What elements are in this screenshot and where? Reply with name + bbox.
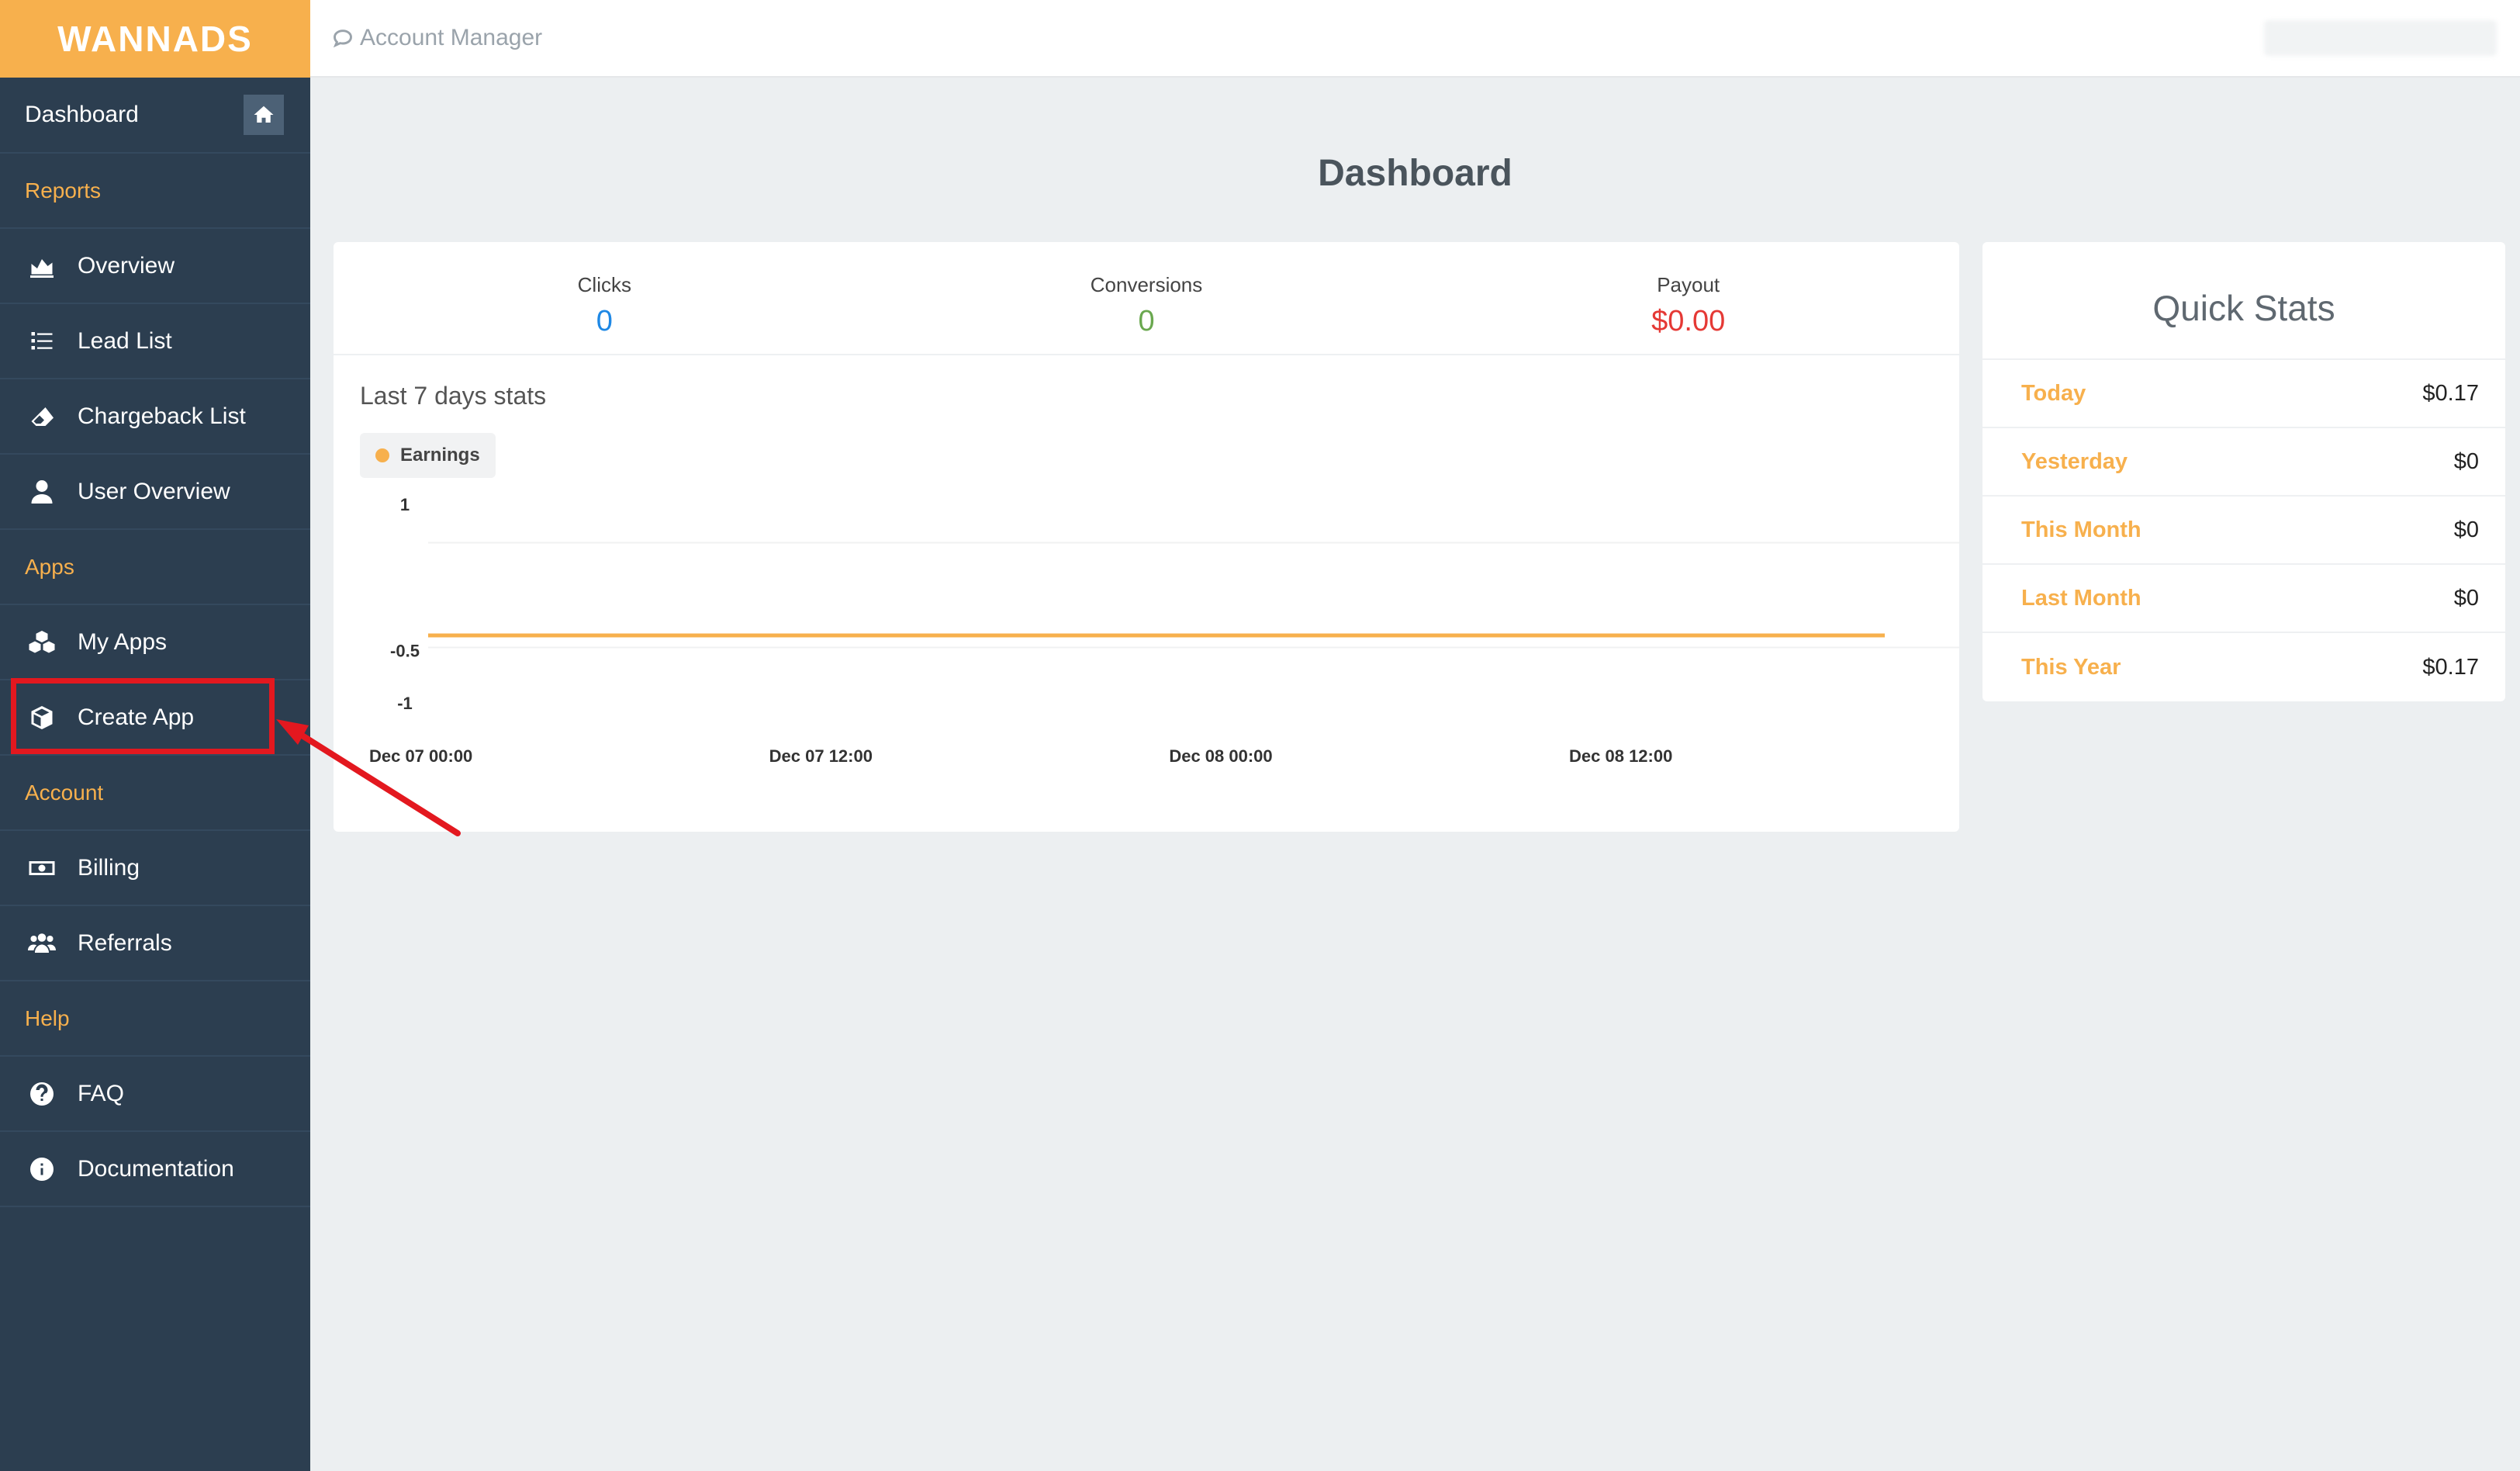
y-tick-label: -1 [397,694,413,713]
sidebar-item-chargeback-list[interactable]: Chargeback List [0,379,310,455]
info-circle-icon [26,1154,57,1185]
sidebar-item-documentation[interactable]: Documentation [0,1132,310,1207]
section-account: Account [0,756,310,831]
kpi-value: 0 [1138,305,1155,337]
kpi-label: Conversions [1090,273,1203,296]
kpi-value: $0.00 [1651,305,1726,337]
section-reports: Reports [0,154,310,229]
quick-stats-value: $0 [2453,585,2479,611]
create-app-highlight-box [11,678,275,754]
sidebar-item-label: User Overview [78,478,230,504]
quick-stats-value: $0.17 [2422,380,2479,406]
stats-panel: Clicks 0 Conversions 0 Payout $0.00 Last… [334,242,1959,832]
quick-stats-label: This Year [2021,654,2121,680]
kpi-clicks: Clicks 0 [334,242,876,354]
list-icon [26,326,57,357]
sidebar-item-dashboard[interactable]: Dashboard [0,78,310,154]
y-tick-label: -0.5 [390,642,420,661]
legend-label: Earnings [400,445,480,466]
x-tick-label: Dec 07 00:00 [369,746,472,766]
breadcrumb-label: Account Manager [360,25,543,50]
wannads-logo[interactable]: WANNADS [0,0,310,78]
user-icon [26,476,57,507]
sidebar-item-label: Overview [78,252,175,279]
earnings-chart: 1 -0.5 -1 Dec 07 00:00 Dec 07 12:00 Dec 08 00… [369,495,1959,766]
sidebar-item-label: Billing [78,854,140,881]
users-icon [26,928,57,959]
sidebar-item-label: Documentation [78,1155,234,1182]
quick-stats-label: This Month [2021,517,2141,542]
section-apps: Apps [0,530,310,605]
quick-stats-row: Today $0.17 [1982,360,2505,428]
quick-stats-label: Last Month [2021,585,2141,611]
quick-stats-title: Quick Stats [1982,242,2505,360]
question-circle-icon [26,1078,57,1109]
speech-bubble-icon [333,29,352,48]
sidebar-item-label: My Apps [78,628,168,655]
x-tick-label: Dec 07 12:00 [769,746,873,766]
sidebar-item-label: Dashboard [25,102,139,127]
quick-stats-value: $0.17 [2422,654,2479,680]
y-tick-label: 1 [400,495,410,514]
stats-title: Last 7 days stats [360,382,547,410]
kpi-row: Clicks 0 Conversions 0 Payout $0.00 [334,242,1959,355]
sidebar-item-overview[interactable]: Overview [0,229,310,304]
page-title: Dashboard [1318,153,1512,194]
sidebar-item-label: Lead List [78,327,172,354]
home-icon[interactable] [244,95,284,135]
sidebar-item-label: Chargeback List [78,403,246,429]
kpi-label: Payout [1657,273,1720,296]
quick-stats-value: $0 [2453,517,2479,542]
sidebar-item-lead-list[interactable]: Lead List [0,304,310,379]
area-chart-icon [26,251,57,282]
quick-stats-row: Yesterday $0 [1982,428,2505,497]
quick-stats-value: $0 [2453,448,2479,474]
sidebar: WANNADS Dashboard Reports Overview Lead … [0,0,310,1471]
quick-stats-row: Last Month $0 [1982,565,2505,633]
chart-legend[interactable]: Earnings [360,433,496,478]
sidebar-item-label: Referrals [78,929,172,956]
money-icon [26,853,57,884]
sidebar-item-my-apps[interactable]: My Apps [0,605,310,680]
sidebar-item-label: FAQ [78,1080,125,1106]
user-menu[interactable] [2264,20,2497,56]
quick-stats-label: Yesterday [2021,448,2128,474]
sidebar-item-user-overview[interactable]: User Overview [0,455,310,530]
quick-stats-row: This Month $0 [1982,497,2505,565]
eraser-icon [26,401,57,432]
quick-stats-row: This Year $0.17 [1982,633,2505,701]
quick-stats-panel: Quick Stats Today $0.17 Yesterday $0 Thi… [1982,242,2505,701]
section-help: Help [0,981,310,1057]
sidebar-item-faq[interactable]: FAQ [0,1057,310,1132]
breadcrumb: Account Manager [332,25,542,51]
sidebar-item-billing[interactable]: Billing [0,831,310,906]
kpi-conversions: Conversions 0 [876,242,1418,354]
legend-swatch [375,448,389,462]
x-tick-label: Dec 08 00:00 [1169,746,1272,766]
cubes-icon [26,627,57,658]
sidebar-item-referrals[interactable]: Referrals [0,906,310,981]
top-bar: Account Manager [310,0,2520,78]
quick-stats-label: Today [2021,380,2086,406]
kpi-label: Clicks [577,273,631,296]
kpi-payout: Payout $0.00 [1417,242,1959,354]
x-tick-label: Dec 08 12:00 [1569,746,1672,766]
kpi-value: 0 [596,305,613,337]
